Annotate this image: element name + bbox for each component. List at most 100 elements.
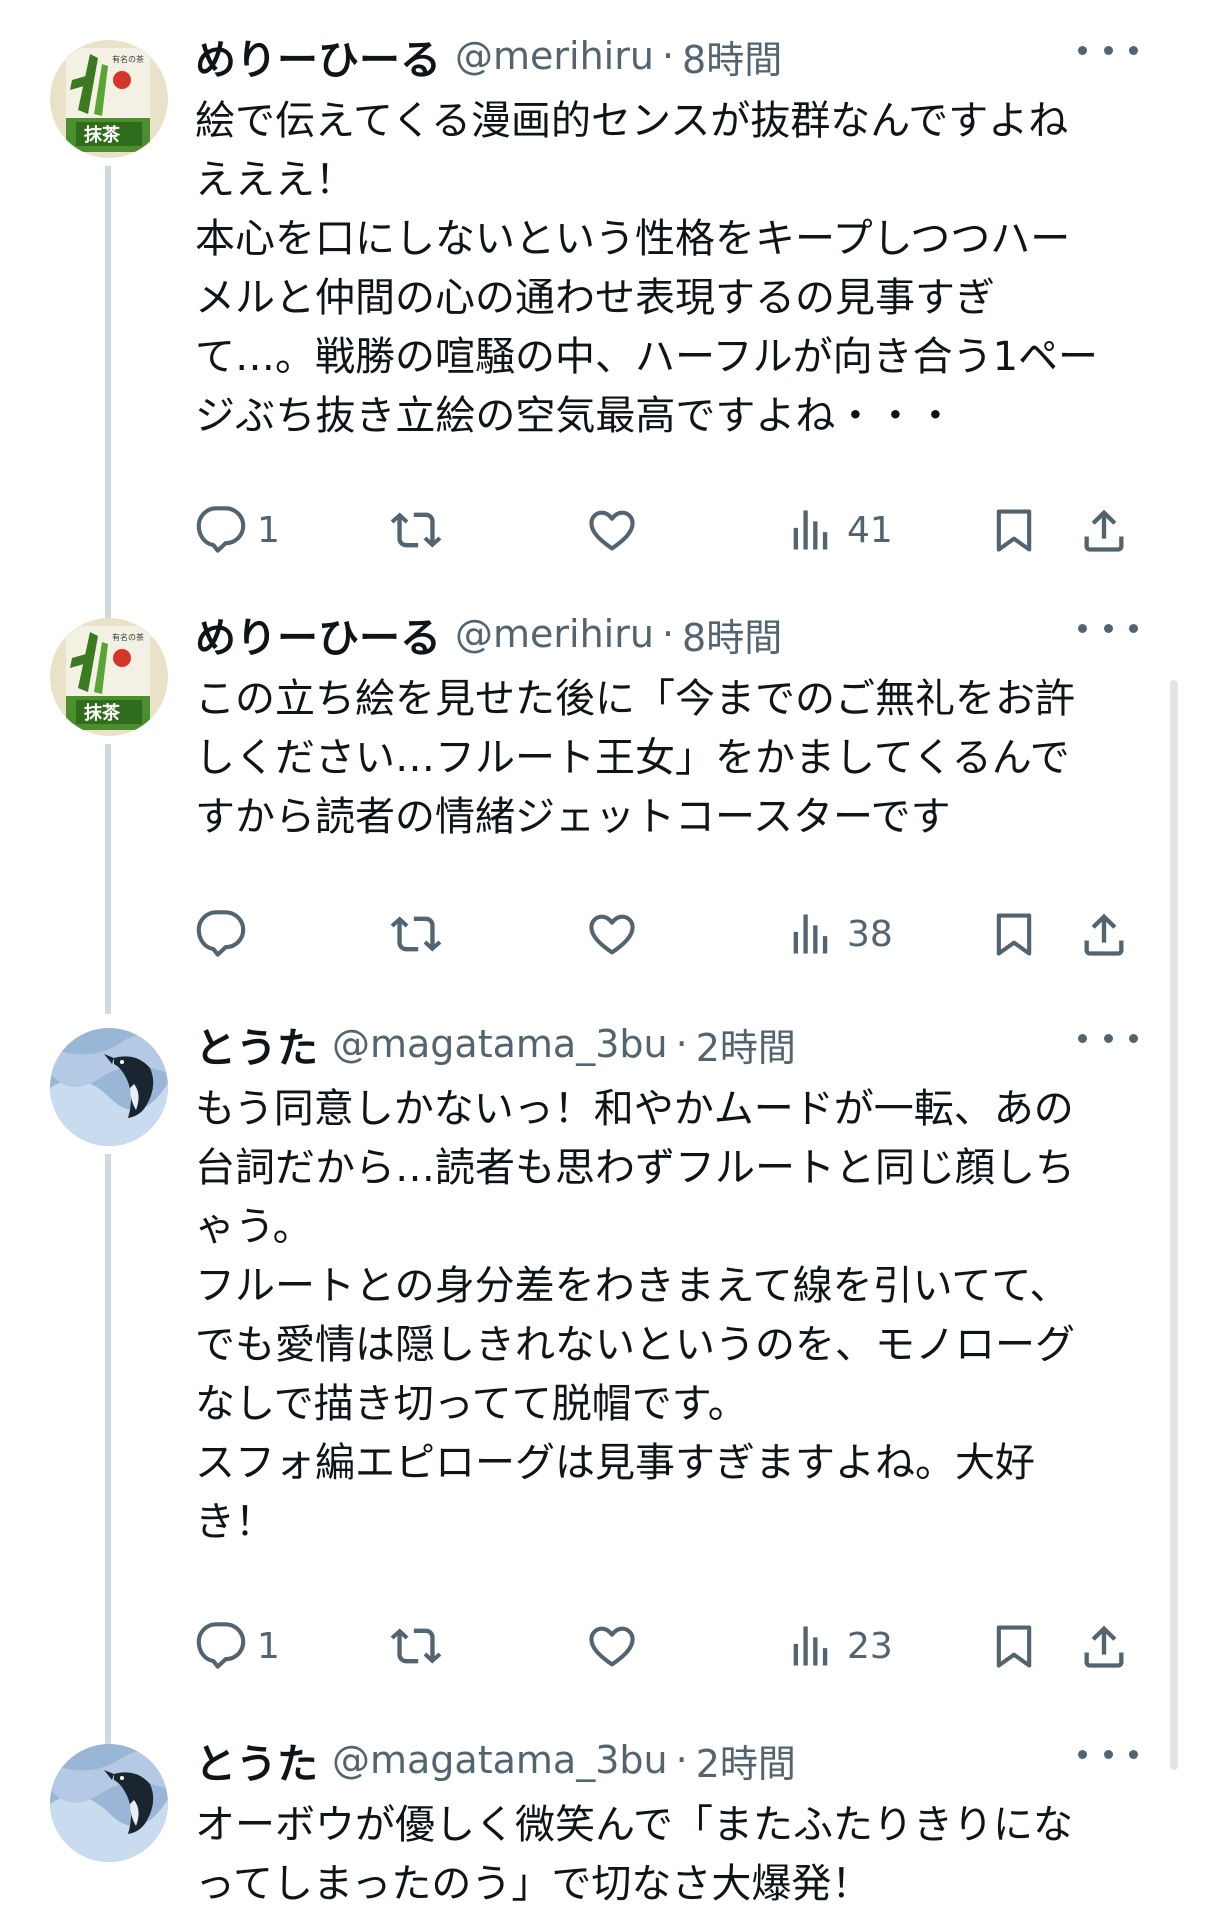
- retweet-button[interactable]: [390, 500, 452, 560]
- like-button[interactable]: [586, 1616, 648, 1676]
- avatar[interactable]: [50, 1744, 168, 1862]
- reply-icon: [196, 910, 246, 957]
- view-count: 41: [847, 509, 893, 551]
- retweet-icon: [390, 1628, 442, 1664]
- retweet-icon: [390, 916, 442, 952]
- scrollbar[interactable]: [1170, 680, 1178, 1770]
- retweet-button[interactable]: [390, 904, 452, 964]
- reply-button[interactable]: [195, 904, 257, 964]
- tweet-actions: 38: [0, 904, 1206, 964]
- tweet-text: 絵で伝えてくる漫画的センスが抜群なんですよね えええ！ 本心を口にしないという性…: [195, 92, 1155, 446]
- tweet[interactable]: とうた @magatama_3bu · 2時間 もう同意しかないっ！和やかムード…: [0, 1022, 1206, 1750]
- thread-line: [105, 744, 111, 1014]
- timestamp[interactable]: 2時間: [696, 1017, 796, 1072]
- separator-dot: ·: [661, 34, 675, 78]
- matcha-avatar-image: [50, 618, 168, 736]
- tweet-text-line: でも愛情は隠しきれないというのを、モノローグ: [195, 1322, 1075, 1368]
- tweet-text-line: オーボウが優しく微笑んで「またふたりきりにな: [195, 1802, 1073, 1848]
- avatar[interactable]: [50, 40, 168, 158]
- tweet-text-line: えええ！: [195, 157, 355, 203]
- views-button[interactable]: 23: [785, 1616, 893, 1676]
- bookmark-button[interactable]: [988, 904, 1040, 964]
- bookmark-icon: [996, 509, 1032, 552]
- views-button[interactable]: 38: [785, 904, 893, 964]
- separator-dot: ·: [661, 612, 675, 656]
- reply-icon: [196, 1622, 246, 1669]
- separator-dot: ·: [675, 1738, 688, 1782]
- author-name[interactable]: めりーひーる: [195, 26, 441, 86]
- author-handle[interactable]: @magatama_3bu: [332, 1022, 668, 1066]
- tweet-text: この立ち絵を見せた後に「今までのご無礼をお許 しください…フルート王女」をかまし…: [195, 670, 1155, 847]
- separator-dot: ·: [675, 1022, 688, 1066]
- heart-icon: [589, 1626, 635, 1667]
- author-handle[interactable]: @merihiru: [455, 34, 654, 78]
- like-button[interactable]: [586, 904, 648, 964]
- penguin-avatar-image: [50, 1028, 168, 1146]
- author-name[interactable]: とうた: [195, 1014, 318, 1074]
- views-icon: [793, 510, 828, 550]
- retweet-icon: [390, 512, 442, 548]
- reply-button[interactable]: 1: [195, 500, 280, 560]
- tweet-header: とうた @magatama_3bu · 2時間: [195, 1016, 796, 1072]
- share-button[interactable]: [1078, 500, 1130, 560]
- thread-line: [105, 166, 111, 636]
- share-icon: [1084, 913, 1124, 956]
- tweet-header: めりーひーる @merihiru · 8時間: [195, 28, 782, 84]
- tweet-text-line: 本心を口にしないという性格をキープしつつハー: [195, 216, 1071, 262]
- tweet-text-line: て…。戦勝の喧騒の中、ハーフルが向き合う1ペー: [195, 334, 1099, 380]
- tweet-header: めりーひーる @merihiru · 8時間: [195, 606, 782, 662]
- timestamp[interactable]: 8時間: [682, 607, 782, 662]
- tweet[interactable]: とうた @magatama_3bu · 2時間 オーボウが優しく微笑んで「またふ…: [0, 1738, 1206, 1926]
- tweet-text-line: しください…フルート王女」をかましてくるんで: [195, 735, 1070, 781]
- views-icon: [793, 914, 828, 954]
- matcha-avatar-image: [50, 40, 168, 158]
- bookmark-icon: [996, 1625, 1032, 1668]
- tweet-text-line: この立ち絵を見せた後に「今までのご無礼をお許: [195, 676, 1075, 722]
- author-handle[interactable]: @magatama_3bu: [332, 1738, 668, 1782]
- share-icon: [1084, 1625, 1124, 1668]
- tweet-text-line: なしで描き切ってて脱帽です。: [195, 1381, 748, 1427]
- tweet-text: オーボウが優しく微笑んで「またふたりきりにな ってしまったのう」で切なさ大爆発！: [195, 1796, 1155, 1914]
- retweet-button[interactable]: [390, 1616, 452, 1676]
- views-icon: [793, 1626, 828, 1666]
- tweet-text: もう同意しかないっ！和やかムードが一転、あの 台詞だから…読者も思わずフルートと…: [195, 1080, 1155, 1552]
- reply-icon: [196, 506, 246, 553]
- tweet-actions: 1 23: [0, 1616, 1206, 1676]
- avatar[interactable]: [50, 618, 168, 736]
- reply-button[interactable]: 1: [195, 1616, 280, 1676]
- bookmark-icon: [996, 913, 1032, 956]
- tweet-text-line: ジぶち抜き立絵の空気最高ですよね・・・: [195, 393, 956, 439]
- more-options-icon[interactable]: [1078, 1734, 1138, 1774]
- tweet[interactable]: めりーひーる @merihiru · 8時間 この立ち絵を見せた後に「今までのご…: [0, 612, 1206, 1014]
- timestamp[interactable]: 2時間: [696, 1733, 796, 1788]
- share-icon: [1084, 509, 1124, 552]
- penguin-avatar-image: [50, 1744, 168, 1862]
- tweet-text-line: き！: [195, 1499, 275, 1545]
- like-button[interactable]: [586, 500, 648, 560]
- avatar[interactable]: [50, 1028, 168, 1146]
- author-handle[interactable]: @merihiru: [455, 612, 654, 656]
- more-options-icon[interactable]: [1078, 1018, 1138, 1058]
- author-name[interactable]: めりーひーる: [195, 604, 441, 664]
- tweet-header: とうた @magatama_3bu · 2時間: [195, 1732, 796, 1788]
- heart-icon: [589, 914, 635, 955]
- tweet-text-line: 絵で伝えてくる漫画的センスが抜群なんですよね: [195, 98, 1069, 144]
- heart-icon: [589, 510, 635, 551]
- view-count: 38: [847, 913, 893, 955]
- tweet-text-line: 台詞だから…読者も思わずフルートと同じ顔しち: [195, 1145, 1075, 1191]
- timestamp[interactable]: 8時間: [682, 29, 782, 84]
- more-options-icon[interactable]: [1078, 608, 1138, 648]
- tweet-text-line: スフォ編エピローグは見事すぎますよね。大好: [195, 1440, 1035, 1486]
- tweet-actions: 1 41: [0, 500, 1206, 560]
- more-options-icon[interactable]: [1078, 30, 1138, 70]
- reply-count: 1: [257, 1625, 280, 1667]
- share-button[interactable]: [1078, 904, 1130, 964]
- tweet-text-line: ってしまったのう」で切なさ大爆発！: [195, 1861, 872, 1907]
- tweet-text-line: メルと仲間の心の通わせ表現するの見事すぎ: [195, 275, 995, 321]
- share-button[interactable]: [1078, 1616, 1130, 1676]
- bookmark-button[interactable]: [988, 500, 1040, 560]
- views-button[interactable]: 41: [785, 500, 893, 560]
- bookmark-button[interactable]: [988, 1616, 1040, 1676]
- tweet[interactable]: めりーひーる @merihiru · 8時間 絵で伝えてくる漫画的センスが抜群な…: [0, 34, 1206, 636]
- author-name[interactable]: とうた: [195, 1730, 318, 1790]
